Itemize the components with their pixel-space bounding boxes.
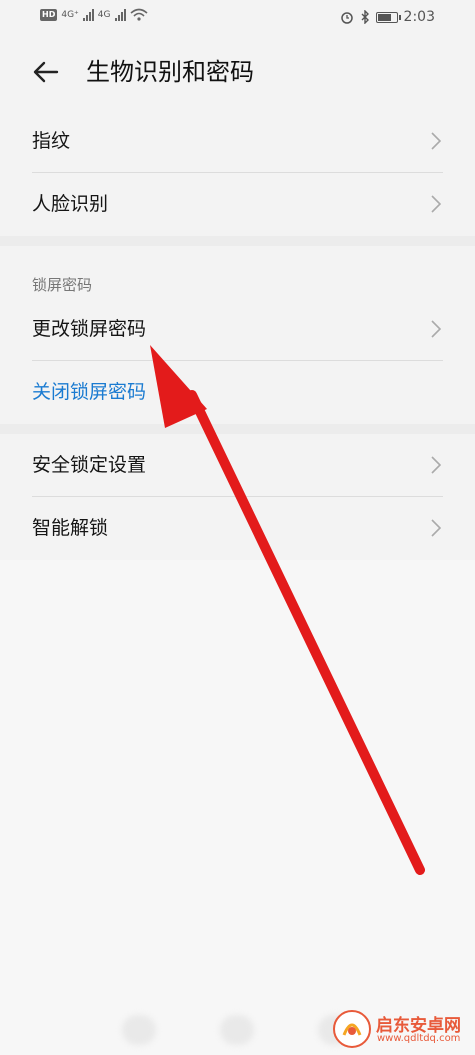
signal-icon-2	[114, 8, 126, 21]
page-header: 生物识别和密码	[0, 36, 475, 110]
hd-badge: HD	[40, 8, 58, 21]
list-item-label: 安全锁定设置	[32, 454, 147, 476]
watermark: 启东安卓网 www.qdltdq.com	[332, 1009, 467, 1049]
list-item-fingerprint[interactable]: 指纹	[0, 110, 475, 173]
alarm-icon	[340, 12, 353, 24]
list-item-label: 人脸识别	[32, 193, 109, 215]
battery-fill	[377, 13, 392, 21]
lock-screen-password-group: 锁屏密码 更改锁屏密码 关闭锁屏密码	[0, 246, 475, 424]
arrow-left-icon	[33, 61, 59, 83]
signal-icon	[82, 8, 94, 21]
back-button[interactable]	[32, 60, 60, 84]
network-type-1: 4G⁺	[61, 9, 79, 20]
watermark-logo-icon	[333, 1010, 371, 1048]
nav-home-button[interactable]	[220, 1015, 254, 1045]
list-item-label: 关闭锁屏密码	[32, 381, 147, 403]
security-group: 安全锁定设置 智能解锁	[0, 434, 475, 560]
empty-area	[0, 560, 475, 1055]
list-item-security-lock[interactable]: 安全锁定设置	[0, 434, 475, 497]
list-item-face-recognition[interactable]: 人脸识别	[0, 173, 475, 236]
nav-back-button[interactable]	[122, 1015, 156, 1045]
bluetooth-icon	[361, 10, 369, 24]
page-title: 生物识别和密码	[86, 58, 254, 86]
battery-icon	[375, 11, 401, 23]
list-item-label: 更改锁屏密码	[32, 318, 147, 340]
biometrics-group: 指纹 人脸识别	[0, 110, 475, 236]
list-item-change-password[interactable]: 更改锁屏密码	[0, 298, 475, 361]
watermark-url: www.qdltdq.com	[377, 1033, 461, 1044]
list-item-label: 指纹	[32, 130, 71, 152]
list-item-turn-off-password[interactable]: 关闭锁屏密码	[0, 361, 475, 424]
wifi-icon	[129, 8, 148, 21]
chevron-right-icon	[431, 519, 441, 537]
chevron-right-icon	[431, 456, 441, 474]
section-gap	[0, 424, 475, 434]
status-left: HD 4G⁺ 4G	[40, 8, 148, 21]
section-gap	[0, 236, 475, 246]
chevron-right-icon	[431, 320, 441, 338]
list-item-smart-unlock[interactable]: 智能解锁	[0, 497, 475, 560]
status-right: 2:03	[340, 9, 435, 25]
chevron-right-icon	[431, 195, 441, 213]
list-item-label: 智能解锁	[32, 517, 109, 539]
section-label: 锁屏密码	[32, 276, 93, 294]
chevron-right-icon	[431, 132, 441, 150]
status-bar: HD 4G⁺ 4G 2:03	[0, 0, 475, 36]
network-type-2: 4G	[97, 9, 111, 20]
status-time: 2:03	[403, 9, 435, 25]
